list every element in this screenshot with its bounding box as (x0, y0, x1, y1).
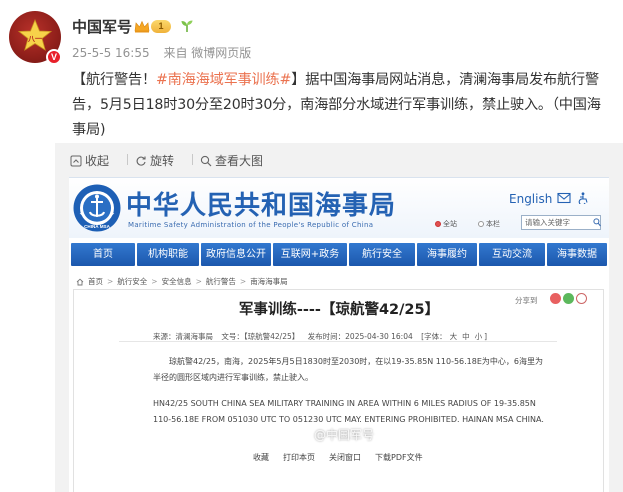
article-source: 来源：清澜海事局 (153, 332, 213, 341)
nav-home[interactable]: 首页 (71, 243, 135, 266)
level-badge: 1 (151, 20, 171, 33)
zoom-icon (200, 155, 212, 166)
nav-data[interactable]: 海事数据 (547, 243, 607, 266)
crumb-nav-warning[interactable]: 航行警告 (206, 276, 236, 287)
verified-badge-icon: V (46, 49, 62, 65)
rotate-icon (136, 156, 146, 166)
post-text: 【航行警告！#南海海域军事训练#】据中国海事局网站消息，清澜海事局发布航行警告，… (72, 68, 614, 143)
font-size-small[interactable]: 小 (475, 332, 483, 341)
view-large-button[interactable]: 查看大图 (200, 152, 263, 169)
post-text-prefix: 【航行警告！ (72, 72, 156, 88)
article-date: 发布时间：2025-04-30 16:04 (307, 332, 413, 341)
close-window-button[interactable]: 关闭窗口 (329, 452, 361, 463)
rotate-label: 旋转 (150, 154, 175, 168)
msa-title: 中华人民共和国海事局 (126, 191, 397, 221)
article-paragraph-cn: 琼航警42/25，南海，2025年5月5日1830时至2030时，在以19-35… (153, 357, 544, 382)
collapse-label: 收起 (85, 154, 110, 168)
msa-header: CHINA MSA 中华人民共和国海事局 Maritime Safety Adm… (69, 177, 609, 238)
article-doc-no: 文号：【琼航警42/25】 (221, 332, 300, 341)
nav-org[interactable]: 机构职能 (137, 243, 199, 266)
collapse-button[interactable]: 收起 (70, 152, 109, 169)
search-icon[interactable] (593, 218, 601, 227)
nav-compliance[interactable]: 海事履约 (417, 243, 477, 266)
crumb-safety-info[interactable]: 安全信息 (162, 276, 192, 287)
nav-navigation-safety[interactable]: 航行安全 (349, 243, 415, 266)
post-date[interactable]: 25-5-5 16:55 (72, 46, 150, 60)
download-pdf-button[interactable]: 下载PDF文件 (375, 452, 423, 463)
nav-gov-info[interactable]: 政府信息公开 (201, 243, 271, 266)
topic-link[interactable]: #南海海域军事训练# (156, 72, 291, 88)
svg-text:八一: 八一 (27, 35, 42, 43)
crumb-navigation-safety[interactable]: 航行安全 (117, 276, 147, 287)
collapse-icon (70, 155, 82, 166)
watermark: @中国军号 (299, 426, 374, 443)
post-meta: 25-5-5 16:55 来自 微博网页版 (72, 44, 261, 61)
font-size-medium[interactable]: 中 (462, 332, 470, 341)
accessibility-icon[interactable] (577, 192, 589, 204)
msa-logo-text: CHINA MSA (84, 224, 111, 229)
breadcrumb: 首页 > 航行安全 > 安全信息 > 航行警告 > 南海海事局 (76, 276, 288, 287)
search-scope-site[interactable]: 全站 (435, 219, 457, 229)
image-toolbar: 收起 旋转 查看大图 (55, 143, 623, 175)
divider (119, 341, 557, 342)
msa-page-screenshot[interactable]: CHINA MSA 中华人民共和国海事局 Maritime Safety Adm… (69, 177, 609, 492)
post-image-block: 收起 旋转 查看大图 CHINA MSA 中华人民共和国海事局 Maritime… (55, 143, 623, 492)
sprout-icon (181, 20, 193, 32)
print-button[interactable]: 打印本页 (283, 452, 315, 463)
nav-interaction[interactable]: 互动交流 (479, 243, 545, 266)
msa-logo-icon: CHINA MSA (73, 184, 121, 232)
post-source: 来自 微博网页版 (163, 46, 252, 60)
crumb-home[interactable]: 首页 (88, 276, 103, 287)
msa-nav: 首页 机构职能 政府信息公开 互联网+政务 航行安全 海事履约 互动交流 海事数… (69, 241, 609, 268)
nav-internet-gov[interactable]: 互联网+政务 (273, 243, 347, 266)
mail-icon[interactable] (557, 192, 571, 204)
weibo-eye-icon (299, 430, 311, 440)
favorite-button[interactable]: 收藏 (253, 452, 269, 463)
view-large-label: 查看大图 (215, 154, 264, 168)
crumb-south-sea-msa[interactable]: 南海海事局 (250, 276, 288, 287)
msa-subtitle: Maritime Safety Administration of the Pe… (128, 221, 374, 229)
search-scope-column[interactable]: 本栏 (478, 219, 500, 229)
author-name[interactable]: 中国军号 (72, 16, 132, 37)
crown-icon (134, 20, 150, 33)
font-size-label: [字体： (421, 332, 447, 341)
home-icon (76, 278, 84, 285)
article-title: 军事训练----【琼航警42/25】 (238, 302, 440, 318)
msa-search-input[interactable]: 请输入关键字 (521, 215, 601, 230)
rotate-button[interactable]: 旋转 (135, 152, 174, 169)
article-paragraph-en: HN42/25 SOUTH CHINA SEA MILITARY TRAININ… (153, 399, 544, 424)
font-size-large[interactable]: 大 (450, 332, 458, 341)
english-link[interactable]: English (509, 192, 552, 206)
